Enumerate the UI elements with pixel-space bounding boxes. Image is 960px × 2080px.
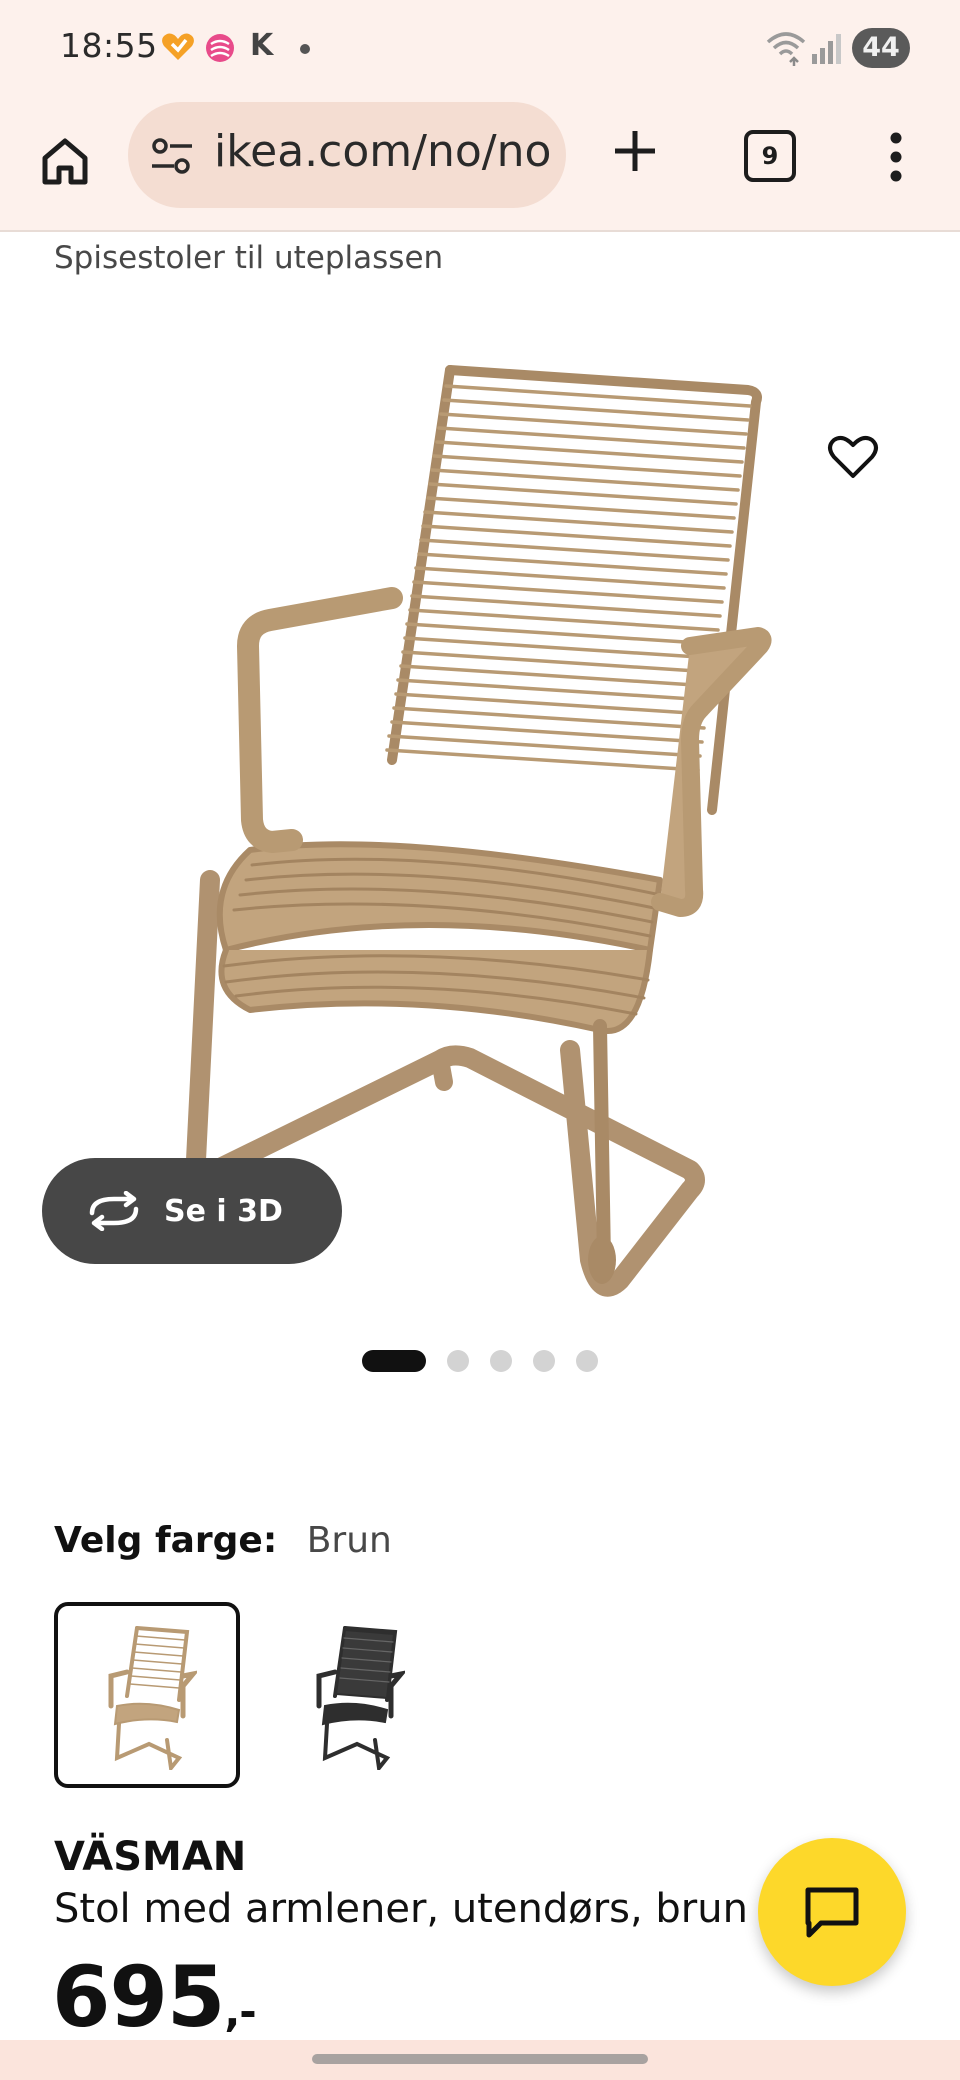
price-suffix: ,-	[224, 1987, 256, 2036]
image-carousel-indicator	[362, 1350, 619, 1372]
chair-thumbnail-black	[316, 1626, 405, 1770]
swirl-app-icon	[206, 34, 234, 62]
color-selector-heading: Velg farge: Brun	[54, 1520, 392, 1561]
breadcrumb[interactable]: Spisestoler til uteplassen	[54, 240, 443, 276]
price-amount: 695	[52, 1948, 225, 2046]
carousel-dot[interactable]	[362, 1350, 426, 1372]
home-icon	[42, 138, 88, 185]
chair-thumbnail-brown	[108, 1626, 197, 1770]
signal-icon	[812, 34, 841, 64]
heart-icon	[828, 435, 878, 478]
selected-color-value: Brun	[306, 1520, 392, 1561]
home-button[interactable]	[30, 126, 100, 196]
battery-indicator: 44	[852, 28, 910, 68]
product-description: Stol med armlener, utendørs, brun	[54, 1886, 748, 1932]
new-tab-button[interactable]	[600, 116, 670, 186]
chat-icon	[805, 1887, 859, 1938]
color-swatch-brown[interactable]	[54, 1602, 240, 1788]
url-text: ikea.com/no/no	[214, 126, 552, 177]
chat-button[interactable]	[758, 1838, 906, 1986]
navigation-gesture-area	[0, 2040, 960, 2080]
tab-switcher-button[interactable]: 9	[744, 130, 796, 182]
carousel-dot[interactable]	[576, 1350, 598, 1372]
more-vert-icon	[890, 132, 902, 182]
view-in-3d-button[interactable]: Se i 3D	[42, 1158, 342, 1264]
rotate-3d-icon	[89, 1191, 139, 1231]
site-settings-icon[interactable]	[150, 136, 194, 176]
product-name: VÄSMAN	[54, 1834, 247, 1880]
browser-toolbar: ikea.com/no/no 9	[0, 96, 960, 232]
color-swatch-black[interactable]	[262, 1602, 448, 1788]
product-price: 695,-	[52, 1948, 257, 2046]
carousel-dot[interactable]	[447, 1350, 469, 1372]
gesture-handle[interactable]	[312, 2054, 648, 2064]
status-time: 18:55	[60, 26, 158, 65]
plus-icon	[615, 131, 655, 171]
notification-dot-icon	[300, 44, 310, 54]
view-in-3d-label: Se i 3D	[164, 1193, 283, 1229]
browser-menu-button[interactable]	[876, 122, 916, 192]
wifi-icon	[766, 32, 806, 66]
status-carrier-letter: K	[250, 28, 274, 63]
color-label: Velg farge:	[54, 1520, 278, 1561]
carousel-dot[interactable]	[533, 1350, 555, 1372]
carousel-dot[interactable]	[490, 1350, 512, 1372]
status-bar: 18:55 K 44	[0, 0, 960, 96]
favorite-button[interactable]	[822, 426, 884, 488]
address-bar[interactable]: ikea.com/no/no	[128, 102, 566, 208]
heart-app-icon	[162, 33, 194, 60]
